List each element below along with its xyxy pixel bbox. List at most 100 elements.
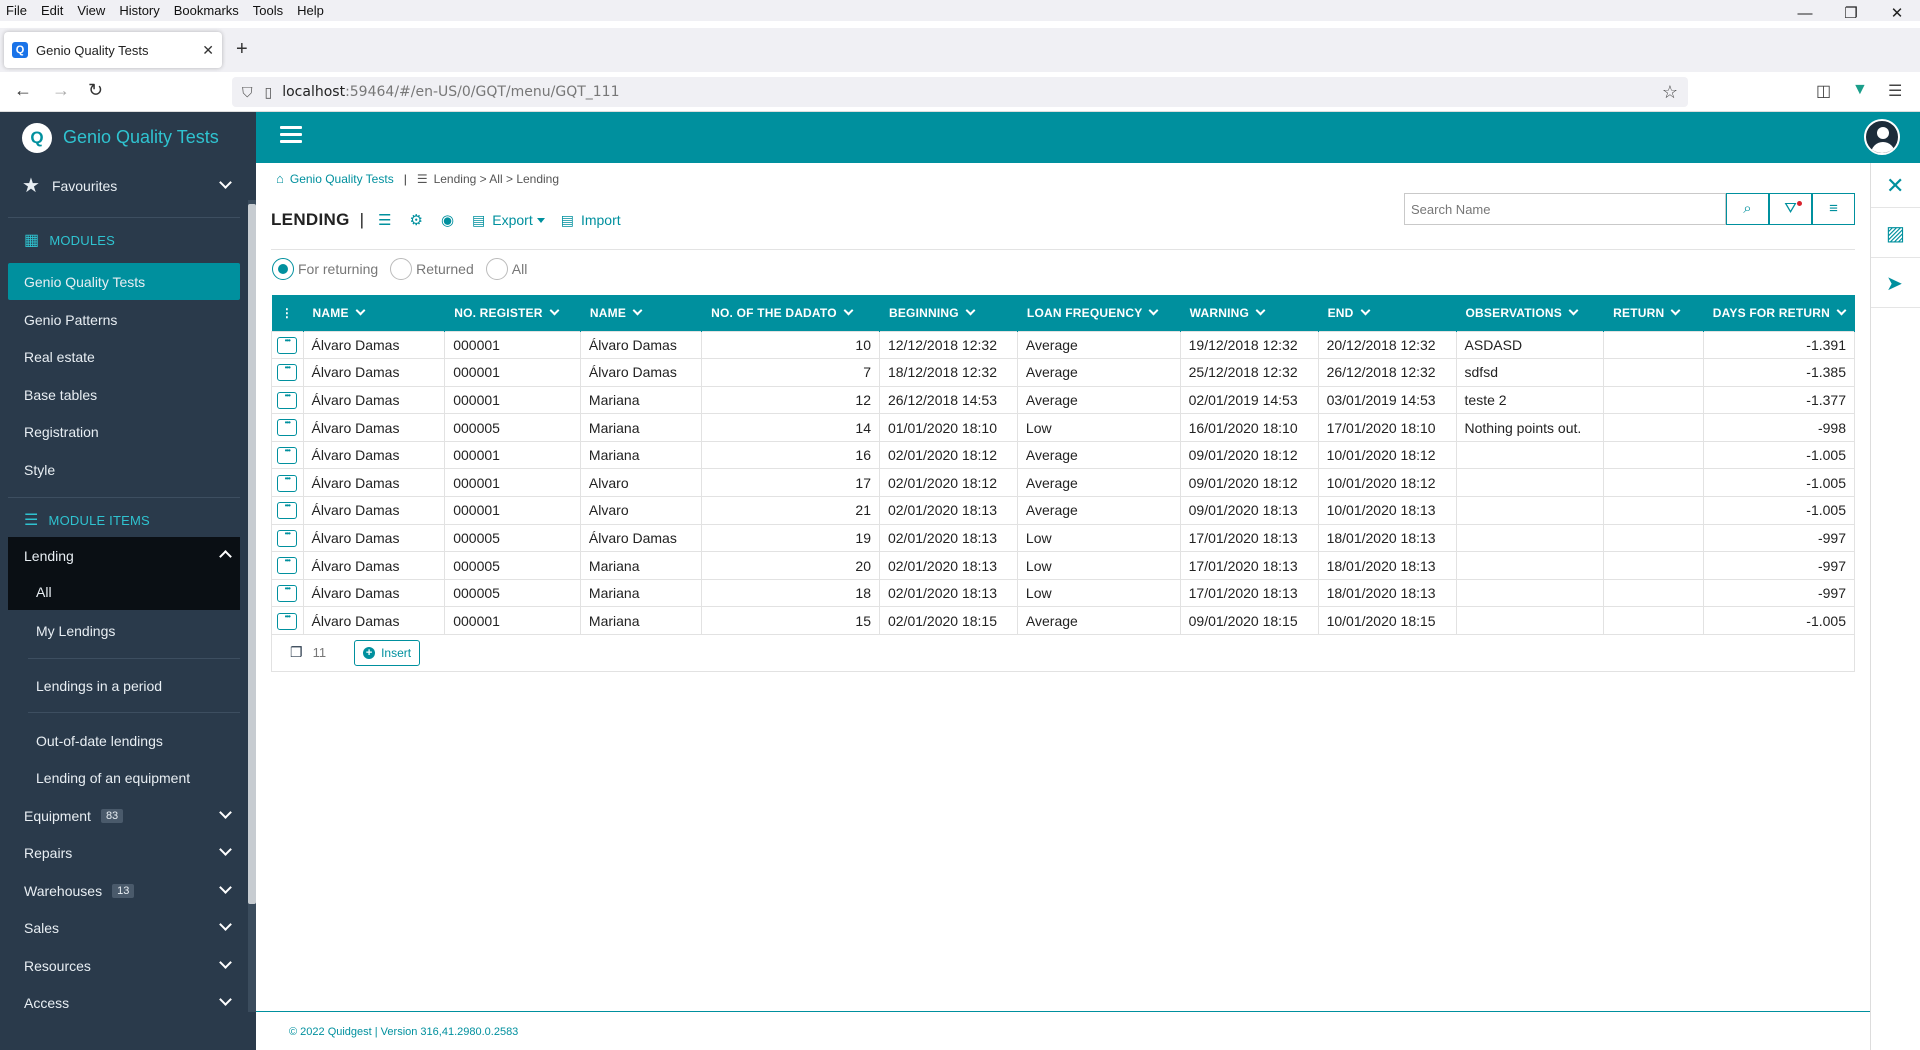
column-header-no-of-the-dadato[interactable]: NO. OF THE DADATO [701,295,880,331]
radio-circle[interactable] [390,258,413,280]
sidebar-item-real-estate[interactable]: Real estate [8,338,240,375]
column-header-days-for-return[interactable]: DAYS FOR RETURN [1703,295,1856,331]
bookmark-star-icon[interactable]: ☆ [1662,82,1678,103]
column-header-observations[interactable]: OBSERVATIONS [1456,295,1605,331]
more-horizontal-icon[interactable] [277,556,298,575]
table-row[interactable]: Álvaro Damas000001Álvaro Damas1012/12/20… [271,330,1856,360]
radio-circle[interactable] [272,258,294,280]
sidebar-item-lendings-in-a-period[interactable]: Lendings in a period [8,667,240,704]
menu-history[interactable]: History [112,3,166,18]
column-header-loan-frequency[interactable]: LOAN FREQUENCY [1017,295,1181,331]
column-header-no-register[interactable]: NO. REGISTER [444,295,581,331]
list-view-icon[interactable]: ☰ [378,211,391,229]
more-horizontal-icon[interactable] [277,474,298,492]
sidebar-item-lending-of-an-equipment[interactable]: Lending of an equipment [8,759,240,796]
table-row[interactable]: Álvaro Damas000005Mariana2002/01/2020 18… [271,551,1856,580]
table-row[interactable]: Álvaro Damas000005Álvaro Damas1902/01/20… [271,523,1856,553]
menu-help[interactable]: Help [290,3,331,18]
eye-icon[interactable]: ◉ [441,211,454,229]
breadcrumb-home[interactable]: Genio Quality Tests [290,172,394,186]
sidebar-item-resources[interactable]: Resources [8,947,240,984]
more-horizontal-icon[interactable] [277,391,298,409]
page-info-icon[interactable]: ▯ [265,84,273,101]
filter-button[interactable]: ⛛ [1769,193,1812,225]
menu-view[interactable]: View [70,3,112,18]
more-horizontal-icon[interactable] [277,418,298,437]
send-icon[interactable]: ➤ [1886,271,1903,296]
browser-tab[interactable]: Q Genio Quality Tests ✕ [4,32,222,68]
forward-icon[interactable]: → [52,80,70,101]
column-header-warning[interactable]: WARNING [1180,295,1319,331]
address-bar[interactable]: ⛉ ▯ localhost:59464/#/en-US/0/GQT/menu/G… [232,77,1688,107]
sidebar-item-genio-patterns[interactable]: Genio Patterns [8,301,240,338]
table-row[interactable]: Álvaro Damas000001Mariana1502/01/2020 18… [271,606,1856,636]
column-header-return[interactable]: RETURN [1603,295,1704,331]
sidebar-item-base-tables[interactable]: Base tables [8,376,240,413]
column-header-end[interactable]: END [1318,295,1457,331]
tab-close-icon[interactable]: ✕ [202,42,214,59]
sidebar-item-my-lendings[interactable]: My Lendings [8,612,240,649]
radio-all[interactable]: All [485,258,527,280]
more-horizontal-icon[interactable] [277,336,298,354]
export-button[interactable]: ▤ Export [472,212,545,229]
radio-for-returning[interactable]: For returning [272,258,378,280]
sidebar-item-genio-quality-tests[interactable]: Genio Quality Tests [8,263,240,300]
table-row[interactable]: Álvaro Damas000001Alvaro1702/01/2020 18:… [271,468,1856,498]
column-header-name[interactable]: NAME [303,295,446,331]
app-menu-icon[interactable]: ☰ [1888,81,1902,101]
brand[interactable]: Q Genio Quality Tests [0,112,256,163]
more-horizontal-icon[interactable] [277,584,298,603]
sidebar-item-registration[interactable]: Registration [8,413,240,450]
search-button[interactable]: ⌕ [1726,193,1769,225]
new-tab-icon[interactable]: + [236,38,248,61]
radio-circle[interactable] [485,258,508,280]
close-window-icon[interactable]: ✕ [1874,0,1920,28]
advanced-filter-button[interactable]: ≡ [1812,193,1855,225]
menu-bookmarks[interactable]: Bookmarks [167,3,246,18]
menu-file[interactable]: File [0,3,34,18]
menu-tools[interactable]: Tools [246,3,290,18]
hamburger-icon[interactable] [280,126,302,144]
import-button[interactable]: ▤ Import [561,212,621,229]
more-horizontal-icon[interactable] [277,363,298,382]
gear-icon[interactable]: ⚙ [409,211,422,229]
table-row[interactable]: Álvaro Damas000001Álvaro Damas718/12/201… [271,358,1856,387]
avatar[interactable] [1864,119,1900,155]
extension-icon[interactable]: ▼ [1852,81,1868,99]
search-input[interactable] [1405,194,1725,224]
more-horizontal-icon[interactable] [277,612,298,630]
sidebar-item-lending[interactable]: Lending [8,537,240,574]
sidebar-scroll-thumb[interactable] [248,204,256,904]
more-horizontal-icon[interactable] [277,529,298,547]
restore-icon[interactable]: ❐ [1828,0,1874,28]
more-horizontal-icon[interactable] [277,446,298,465]
sidebar-item-warehouses[interactable]: Warehouses 13 [8,872,240,909]
home-icon[interactable]: ⌂ [276,171,284,186]
reload-icon[interactable]: ↻ [88,80,103,101]
table-row[interactable]: Álvaro Damas000001Mariana1226/12/2018 14… [271,385,1856,415]
back-icon[interactable]: ← [14,80,32,101]
sidebar-item-access[interactable]: Access [8,984,240,1021]
sidebar-item-out-of-date-lendings[interactable]: Out-of-date lendings [8,722,240,759]
column-header-beginning[interactable]: BEGINNING [879,295,1018,331]
sidebar-item-equipment[interactable]: Equipment 83 [8,797,240,834]
radio-returned[interactable]: Returned [390,258,474,280]
sidebar-item-style[interactable]: Style [8,451,240,488]
more-horizontal-icon[interactable] [277,501,298,520]
sidebar-item-all[interactable]: All [8,574,240,610]
sidebar-item-sales[interactable]: Sales [8,909,240,946]
column-header-name-2[interactable]: NAME [580,295,703,331]
menu-edit[interactable]: Edit [34,3,70,18]
chart-icon[interactable]: ▨ [1886,221,1905,246]
pocket-icon[interactable]: ◫ [1816,81,1831,101]
sidebar-item-favourites[interactable]: ★ Favourites [8,167,240,204]
shield-icon[interactable]: ⛉ [242,84,253,101]
minimize-icon[interactable]: — [1782,0,1828,28]
close-icon[interactable]: ✕ [1886,173,1904,199]
table-row[interactable]: Álvaro Damas000001Alvaro2102/01/2020 18:… [271,496,1856,525]
table-row[interactable]: Álvaro Damas000001Mariana1602/01/2020 18… [271,440,1856,470]
sidebar-item-repairs[interactable]: Repairs [8,834,240,871]
table-row[interactable]: Álvaro Damas000005Mariana1802/01/2020 18… [271,578,1856,608]
insert-button[interactable]: + Insert [354,639,421,666]
table-row[interactable]: Álvaro Damas000005Mariana1401/01/2020 18… [271,413,1856,442]
